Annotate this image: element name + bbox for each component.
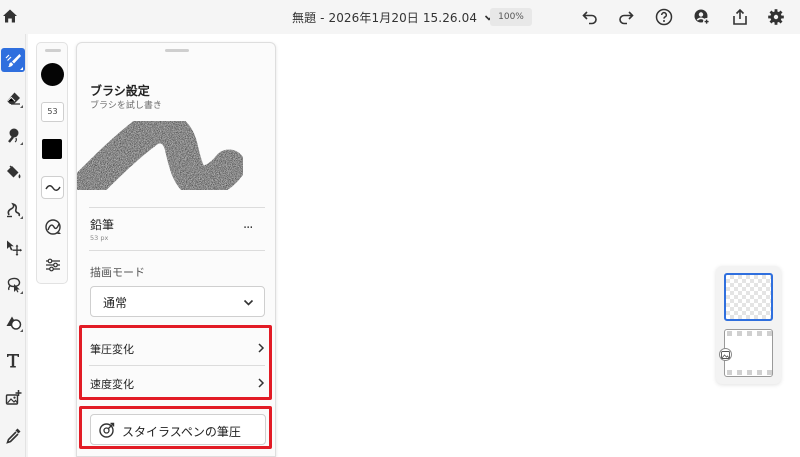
divider xyxy=(89,250,265,251)
eyedropper-icon xyxy=(5,428,20,444)
paint-bucket-icon xyxy=(6,165,20,178)
draw-mode-label: 描画モード xyxy=(90,266,145,279)
brush-library-icon xyxy=(44,218,61,235)
stylus-pressure-label: スタイラスペンの筆圧 xyxy=(122,425,241,439)
help-icon[interactable] xyxy=(655,8,673,26)
brush-size-field[interactable]: 53 xyxy=(41,102,64,122)
shape-tool[interactable] xyxy=(1,310,25,334)
draw-mode-value: 通常 xyxy=(103,296,128,310)
move-tool[interactable] xyxy=(1,235,25,259)
panel-title: ブラシ設定 xyxy=(90,84,150,98)
eyedropper-tool[interactable] xyxy=(1,423,25,447)
share-icon[interactable] xyxy=(731,8,749,26)
invite-icon[interactable] xyxy=(693,8,711,26)
document-title: 無題 - 2026年1月20日 15.26.04 xyxy=(292,11,478,25)
panel-drag-handle[interactable] xyxy=(165,49,189,52)
brush-settings-button[interactable] xyxy=(41,253,64,276)
speed-dynamics-label: 速度変化 xyxy=(90,378,134,391)
stroke-smoothing-button[interactable] xyxy=(41,176,64,199)
panel-subtitle: ブラシを試し書き xyxy=(90,101,162,111)
lasso-icon xyxy=(7,277,20,292)
image-tool[interactable] xyxy=(1,385,25,409)
smudge-tool[interactable] xyxy=(1,123,25,147)
document-title-menu[interactable]: 無題 - 2026年1月20日 15.26.04 xyxy=(292,9,494,26)
stylus-pressure-button[interactable]: スタイラスペンの筆圧 xyxy=(90,414,266,445)
chevron-right-icon xyxy=(258,378,265,388)
tool-strip xyxy=(0,34,26,457)
brush-icon xyxy=(5,53,21,67)
divider xyxy=(89,365,265,366)
shape-icon xyxy=(6,316,21,330)
text-icon xyxy=(6,353,19,367)
speed-dynamics-row[interactable]: 速度変化 xyxy=(83,368,269,398)
stylus-pressure-icon xyxy=(99,422,115,438)
wave-icon xyxy=(44,184,61,191)
drag-handle[interactable] xyxy=(45,49,61,52)
fill-tool[interactable] xyxy=(1,160,25,184)
image-layer-icon xyxy=(719,348,732,361)
brush-settings-panel: ブラシ設定 ブラシを試し書き 鉛筆 53 px ... 描画モード 通常 筆圧変… xyxy=(76,42,276,457)
brush-tool[interactable] xyxy=(1,48,25,72)
smudge-icon xyxy=(7,128,18,143)
undo-icon[interactable] xyxy=(581,8,599,26)
draw-mode-select[interactable]: 通常 xyxy=(90,286,265,317)
liquify-tool[interactable] xyxy=(1,197,25,221)
lasso-select-tool[interactable] xyxy=(1,272,25,296)
zoom-level[interactable]: 100% xyxy=(490,8,532,26)
text-tool[interactable] xyxy=(1,348,25,372)
pressure-dynamics-label: 筆圧変化 xyxy=(90,343,134,356)
brush-quick-bar: 53 xyxy=(36,42,68,284)
chevron-down-icon xyxy=(243,299,254,306)
settings-icon[interactable] xyxy=(767,8,785,26)
layer-thumbnail-active[interactable] xyxy=(724,273,773,321)
liquify-icon xyxy=(6,202,20,217)
brush-size-label: 53 px xyxy=(90,234,109,242)
redo-icon[interactable] xyxy=(617,8,635,26)
divider xyxy=(89,207,265,208)
move-icon xyxy=(6,240,22,256)
eraser-icon xyxy=(6,92,20,105)
brush-name: 鉛筆 xyxy=(90,218,115,232)
image-icon xyxy=(5,389,21,405)
brush-stroke-preview[interactable] xyxy=(77,116,277,211)
home-icon[interactable] xyxy=(2,8,18,24)
layers-panel xyxy=(716,266,781,384)
more-options-button[interactable]: ... xyxy=(243,217,253,232)
pressure-dynamics-row[interactable]: 筆圧変化 xyxy=(83,333,269,363)
sliders-icon xyxy=(45,258,60,271)
top-bar: 無題 - 2026年1月20日 15.26.04 100% xyxy=(0,0,800,34)
chevron-right-icon xyxy=(258,343,265,353)
brush-size-preview[interactable] xyxy=(41,63,64,86)
eraser-tool[interactable] xyxy=(1,86,25,110)
color-swatch[interactable] xyxy=(42,139,62,159)
brush-library-button[interactable] xyxy=(41,215,64,238)
